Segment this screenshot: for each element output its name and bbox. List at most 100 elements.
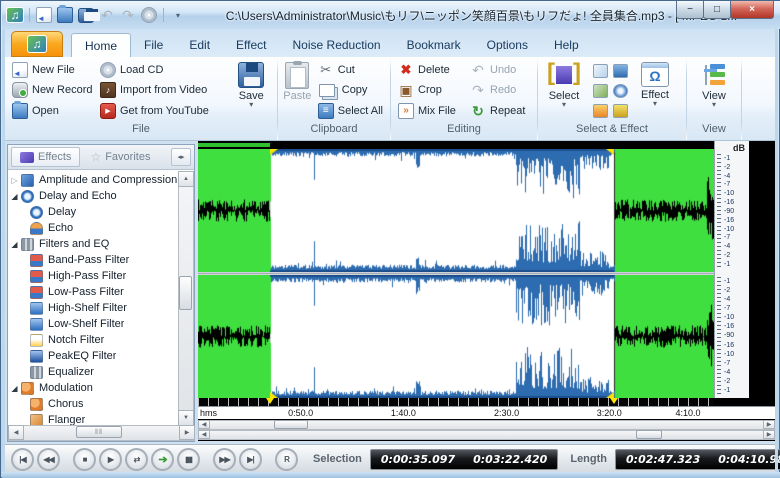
close-button[interactable]: × [730,1,774,19]
scroll-left-arrow[interactable]: ◀ [198,420,210,429]
scroll-down-arrow[interactable]: ▼ [178,410,194,426]
stop-button[interactable]: ■ [73,448,96,471]
minimize-button[interactable]: − [676,1,704,19]
expander-icon[interactable]: ▷ [8,176,21,185]
mix-file-button[interactable]: »Mix File [395,101,465,120]
scroll-thumb[interactable] [179,276,192,310]
sparkle-icon[interactable] [593,104,608,118]
select-button[interactable]: Select ▾ [541,59,587,121]
scroll-right-arrow[interactable]: ▶ [763,430,775,439]
tree-item-chorus[interactable]: Chorus [8,396,179,412]
maximize-button[interactable]: □ [703,1,731,19]
scroll-right-arrow[interactable]: ▶ [763,420,775,429]
tab-effects[interactable]: Effects [11,147,80,167]
scroll-thumb[interactable] [636,430,662,439]
waveform-icon[interactable] [613,64,628,78]
waveform-scrollbar-2[interactable]: ◀ ▶ [198,430,775,440]
play-button[interactable]: ▶ [99,448,122,471]
tree-item-modulation[interactable]: ◢Modulation [8,380,179,396]
separator [163,8,164,22]
save-icon[interactable] [78,8,94,23]
waveform-scrollbar-1[interactable]: ◀ ▶ [198,420,775,430]
time-ruler[interactable] [198,398,714,406]
rewind-button[interactable]: ◀◀ [37,448,60,471]
view-button[interactable]: View ▾ [690,59,738,121]
tree-item-notch-filter[interactable]: Notch Filter [8,332,179,348]
cut-button[interactable]: ✂Cut [315,60,386,79]
selection-end-marker[interactable] [610,398,618,404]
effect-button[interactable]: Effect ▾ [633,59,677,121]
go-to-start-button[interactable]: |◀ [11,448,34,471]
scroll-left-arrow[interactable]: ◀ [8,425,24,440]
scroll-thumb[interactable]: ⦀⦀ [76,426,122,438]
get-from-youtube-button[interactable]: ▶Get from YouTube [97,101,228,120]
play-selection-button[interactable]: ➔ [151,448,174,471]
tree-item-delay[interactable]: Delay [8,204,179,220]
tree-item-peakeq-filter[interactable]: PeakEQ Filter [8,348,179,364]
delete-button[interactable]: ✖Delete [395,60,465,79]
burn-cd-icon[interactable] [141,7,157,23]
tab-file[interactable]: File [131,33,176,57]
new-record-button[interactable]: New Record [9,81,95,100]
go-to-end-button[interactable]: ▶| [239,448,262,471]
tree-horizontal-scrollbar[interactable]: ◀ ⦀⦀ ▶ [8,425,195,441]
selection-start-marker[interactable] [266,398,274,404]
tree-vertical-scrollbar[interactable]: ▲ ▼ [178,171,194,426]
tree-item-delay-and-echo[interactable]: ◢Delay and Echo [8,188,179,204]
panel-collapse-button[interactable]: ◂▸ [171,148,191,166]
expander-icon[interactable]: ◢ [8,240,21,249]
tab-home[interactable]: Home [71,33,131,57]
new-file-icon[interactable] [36,7,52,23]
loop-button[interactable]: ⇄ [125,448,148,471]
tree-item-low-shelf-filter[interactable]: Low-Shelf Filter [8,316,179,332]
tab-effect[interactable]: Effect [223,33,279,57]
tab-options[interactable]: Options [474,33,541,57]
pause-button[interactable]: ▮▮ [177,448,200,471]
paste-button[interactable]: Paste [281,59,314,121]
tree-item-equalizer[interactable]: Equalizer [8,364,179,380]
tree-item-flanger[interactable]: Flanger [8,412,179,426]
application-menu-button[interactable]: ♫ [11,31,63,57]
picture-icon[interactable] [593,64,608,78]
marquee-icon[interactable] [613,104,628,118]
repeat-button[interactable]: ↻Repeat [467,101,531,120]
expander-icon[interactable]: ◢ [8,384,21,393]
tab-help[interactable]: Help [541,33,592,57]
crop-button[interactable]: ▣Crop [395,81,465,100]
scroll-thumb[interactable] [274,420,308,429]
open-icon[interactable] [57,7,73,23]
tree-item-high-pass-filter[interactable]: High-Pass Filter [8,268,179,284]
tab-edit[interactable]: Edit [176,33,223,57]
load-cd-button[interactable]: Load CD [97,60,228,79]
overview-bar[interactable] [198,142,714,148]
customize-toolbar-chevron[interactable]: ▾ [169,6,187,24]
waveform-channel-right[interactable] [198,275,714,398]
expander-icon[interactable]: ◢ [8,192,21,201]
tree-item-amplitude-and-compression[interactable]: ▷Amplitude and Compression [8,172,179,188]
tree-item-echo[interactable]: Echo [8,220,179,236]
tab-favorites[interactable]: ☆ Favorites [82,147,158,167]
redo-button[interactable]: ↷Redo [467,81,531,100]
tab-noise-reduction[interactable]: Noise Reduction [280,33,394,57]
scroll-right-arrow[interactable]: ▶ [179,425,195,440]
tree-item-low-pass-filter[interactable]: Low-Pass Filter [8,284,179,300]
tree-item-filters-and-eq[interactable]: ◢Filters and EQ [8,236,179,252]
clock-icon[interactable] [613,84,628,98]
tab-bookmark[interactable]: Bookmark [394,33,474,57]
scroll-left-arrow[interactable]: ◀ [198,430,210,439]
new-file-button[interactable]: New File [9,60,95,79]
select-all-button[interactable]: ≡Select All [315,101,386,120]
save-button[interactable]: Save ▾ [229,59,274,121]
scroll-up-arrow[interactable]: ▲ [178,171,194,187]
undo-button[interactable]: ↶Undo [467,60,531,79]
open-button[interactable]: Open [9,101,95,120]
fast-forward-button[interactable]: ▶▶ [213,448,236,471]
tree-item-band-pass-filter[interactable]: Band-Pass Filter [8,252,179,268]
tree-item-high-shelf-filter[interactable]: High-Shelf Filter [8,300,179,316]
waveform-channel-left[interactable] [198,149,714,272]
record-button[interactable]: R [275,448,298,471]
mosaic-icon[interactable] [593,84,608,98]
title-bar[interactable]: ♫ ↶ ↷ ▾ C:\Users\Administrator\Music\もリフ… [2,1,780,29]
import-from-video-button[interactable]: ♪Import from Video [97,81,228,100]
copy-button[interactable]: Copy [315,81,386,100]
